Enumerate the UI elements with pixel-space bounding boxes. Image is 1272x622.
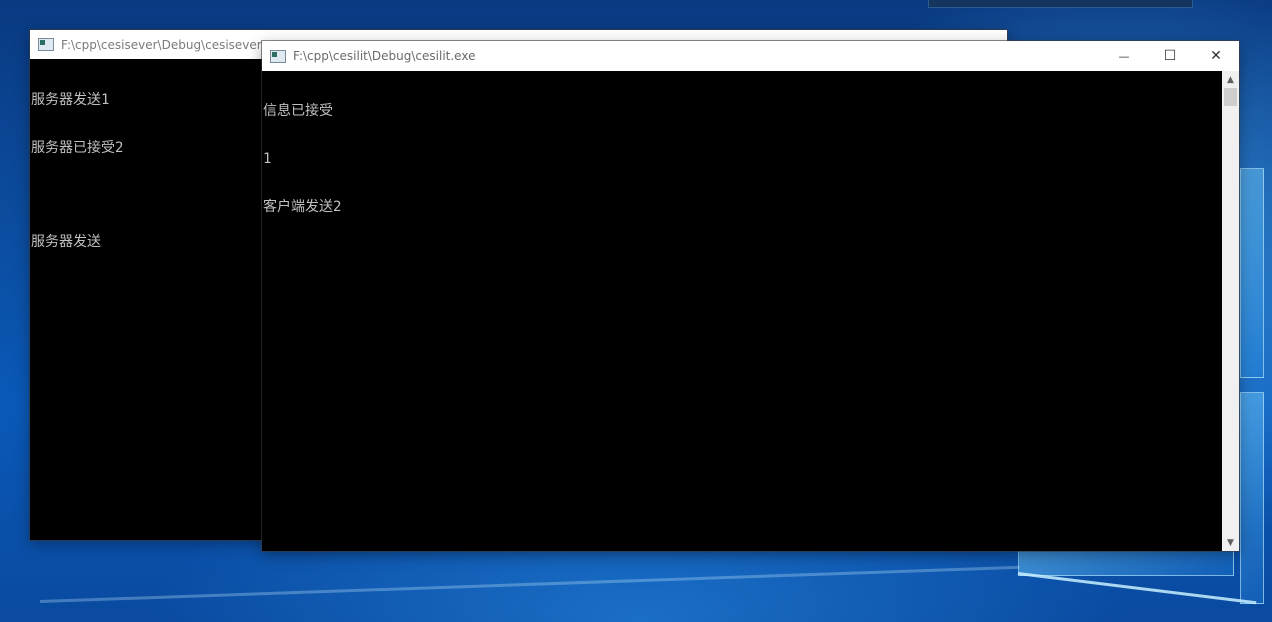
client-window-title: F:\cpp\cesilit\Debug\cesilit.exe — [293, 49, 476, 63]
vertical-scrollbar[interactable]: ▲ ▼ — [1222, 71, 1239, 551]
maximize-icon: ☐ — [1163, 48, 1177, 64]
console-line: 客户端发送2 — [263, 199, 342, 215]
windows-logo-pane-small — [1018, 550, 1234, 576]
chevron-down-icon: ▼ — [1227, 537, 1234, 548]
desktop-taskbar-fragment — [928, 0, 1193, 8]
console-app-icon — [270, 49, 286, 63]
chevron-up-icon: ▲ — [1227, 74, 1234, 85]
close-button[interactable]: ✕ — [1193, 41, 1239, 71]
windows-logo-pane-bottom — [1240, 392, 1264, 604]
server-window-title: F:\cpp\cesisever\Debug\cesisever.exe — [61, 37, 286, 52]
scroll-down-button[interactable]: ▼ — [1222, 534, 1239, 551]
scroll-thumb[interactable] — [1224, 88, 1237, 106]
client-console-output[interactable]: 信息已接受 1 客户端发送2 — [262, 71, 1222, 551]
minimize-button[interactable]: — — [1101, 41, 1147, 71]
client-console-window[interactable]: F:\cpp\cesilit\Debug\cesilit.exe — ☐ ✕ 信… — [262, 41, 1239, 551]
maximize-button[interactable]: ☐ — [1147, 41, 1193, 71]
window-controls: — ☐ ✕ — [1101, 41, 1239, 71]
minimize-icon: — — [1118, 49, 1130, 63]
console-line: 1 — [263, 151, 272, 167]
scroll-up-button[interactable]: ▲ — [1222, 71, 1239, 88]
light-glow — [39, 565, 1020, 603]
console-line: 信息已接受 — [263, 103, 333, 119]
console-app-icon — [38, 38, 54, 51]
windows-logo-pane-top — [1240, 168, 1264, 378]
light-beam — [1017, 572, 1257, 605]
close-icon: ✕ — [1210, 48, 1222, 64]
client-titlebar[interactable]: F:\cpp\cesilit\Debug\cesilit.exe — ☐ ✕ — [262, 41, 1239, 71]
